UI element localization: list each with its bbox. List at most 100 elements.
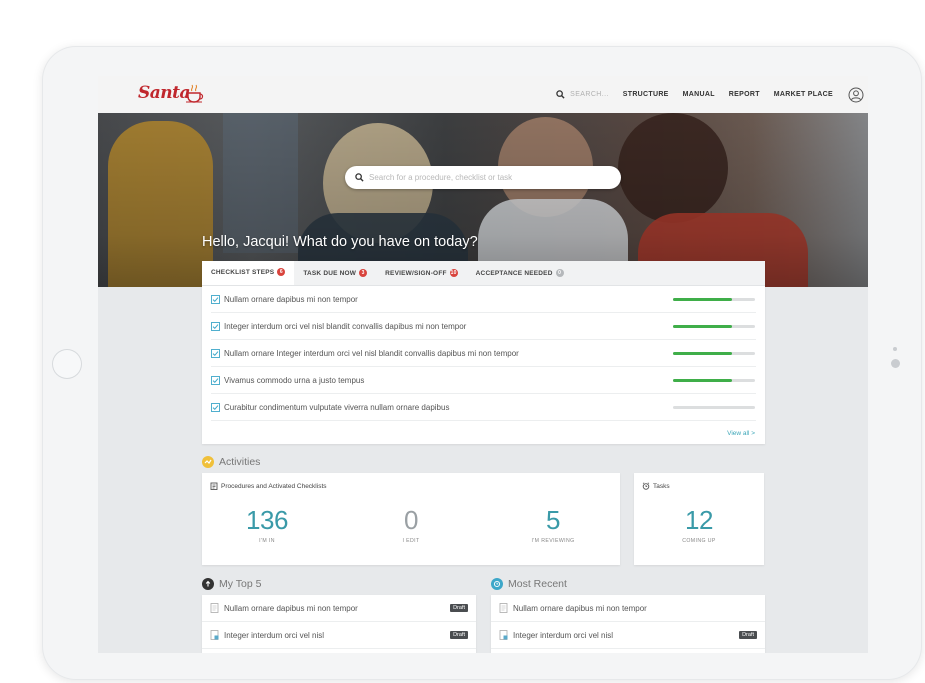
- home-button: [52, 349, 82, 379]
- document-icon: [499, 603, 508, 613]
- tab-task-due-now[interactable]: TASK DUE NOW 3: [294, 261, 376, 285]
- stat-coming-up[interactable]: 12 COMING UP: [644, 505, 754, 544]
- app-screen: Santa SEARCH... STRUCTURE MANUAL REPORT …: [98, 76, 868, 653]
- user-icon[interactable]: [848, 87, 864, 103]
- progress-bar: [673, 378, 755, 382]
- tab-label: ACCEPTANCE NEEDED: [475, 269, 553, 277]
- nav-structure[interactable]: STRUCTURE: [623, 91, 669, 98]
- draft-badge: Draft: [739, 631, 757, 639]
- draft-badge: Draft: [450, 604, 468, 612]
- hero-search-input[interactable]: [369, 173, 609, 182]
- recent-title: Most Recent: [508, 578, 567, 590]
- checklist-row[interactable]: Integer interdum orci vel nisl blandit c…: [211, 313, 756, 340]
- checklist-row[interactable]: Curabitur condimentum vulputate viverra …: [211, 394, 756, 421]
- document-link-icon: [210, 630, 219, 640]
- upload-icon: [202, 578, 214, 590]
- stat-i-edit[interactable]: 0 I EDIT: [356, 505, 466, 544]
- greeting-heading: Hello, Jacqui! What do you have on today…: [202, 234, 478, 250]
- stat-caption: I'M REVIEWING: [531, 538, 575, 544]
- item-label: Nullam ornare dapibus mi non tempor: [513, 603, 647, 613]
- clipboard-icon: [210, 482, 218, 490]
- activity-icon: [202, 456, 214, 468]
- item-label: Integer interdum orci vel nisl: [513, 630, 614, 640]
- stat-value: 136: [246, 505, 288, 535]
- procedures-card-title: Procedures and Activated Checklists: [210, 482, 327, 490]
- tasks-card: Tasks 12 COMING UP: [634, 473, 764, 565]
- stat-caption: I EDIT: [402, 538, 420, 544]
- top-bar: Santa SEARCH... STRUCTURE MANUAL REPORT …: [98, 76, 868, 113]
- checklist-label: Integer interdum orci vel nisl blandit c…: [224, 321, 467, 331]
- cup-icon: [186, 84, 204, 103]
- view-all-link[interactable]: View all >: [727, 430, 755, 437]
- header-search-placeholder: SEARCH...: [570, 91, 609, 98]
- santa-cafe-logo[interactable]: Santa: [138, 82, 208, 108]
- activities-header: Activities: [202, 456, 260, 468]
- stat-value: 5: [546, 505, 560, 535]
- progress-bar: [673, 297, 755, 301]
- clock-icon: [491, 578, 503, 590]
- stat-im-reviewing[interactable]: 5 I'M REVIEWING: [498, 505, 608, 544]
- checklist-row[interactable]: Nullam ornare Integer interdum orci vel …: [211, 340, 756, 367]
- checkbox-icon: [211, 294, 220, 304]
- document-icon: [210, 603, 219, 613]
- nav-report[interactable]: REPORT: [729, 91, 760, 98]
- top5-title: My Top 5: [219, 578, 262, 590]
- progress-fill: [673, 378, 733, 382]
- recent-header: Most Recent: [491, 578, 567, 590]
- progress-bar: [673, 324, 755, 328]
- progress-bar: [673, 351, 755, 355]
- checkbox-icon: [211, 375, 220, 385]
- document-link-icon: [499, 630, 508, 640]
- activities-title: Activities: [219, 456, 261, 468]
- procedures-title-text: Procedures and Activated Checklists: [221, 482, 327, 490]
- stat-caption: I'M IN: [259, 538, 275, 544]
- checklist-label: Nullam ornare Integer interdum orci vel …: [224, 348, 519, 358]
- item-label: Nullam ornare dapibus mi non tempor: [224, 603, 358, 613]
- checklist-label: Nullam ornare dapibus mi non tempor: [224, 294, 358, 304]
- tab-bar: CHECKLIST STEPS 6 TASK DUE NOW 3 REVIEW/…: [202, 261, 765, 286]
- tab-label: TASK DUE NOW: [303, 269, 357, 277]
- list-item[interactable]: Integer interdum orci vel nisl Draft: [202, 622, 476, 649]
- checklist-label: Vivamus commodo urna a justo tempus: [224, 375, 365, 385]
- checkbox-icon: [211, 348, 220, 358]
- tab-label: CHECKLIST STEPS: [211, 268, 275, 276]
- checklist-row[interactable]: Nullam ornare dapibus mi non tempor: [211, 286, 756, 313]
- search-icon: [355, 173, 364, 182]
- checklist-row[interactable]: Vivamus commodo urna a justo tempus: [211, 367, 756, 394]
- progress-bar: [673, 405, 755, 409]
- item-label: Integer interdum orci vel nisl: [224, 630, 325, 640]
- tab-checklist-steps[interactable]: CHECKLIST STEPS 6: [202, 261, 295, 285]
- checklist-panel: CHECKLIST STEPS 6 TASK DUE NOW 3 REVIEW/…: [202, 261, 765, 444]
- top5-header: My Top 5: [202, 578, 261, 590]
- tab-acceptance-needed[interactable]: ACCEPTANCE NEEDED 0: [467, 261, 573, 285]
- stat-value: 0: [404, 505, 418, 535]
- tab-label: REVIEW/SIGN-OFF: [385, 269, 447, 277]
- search-icon: [556, 90, 565, 99]
- list-item[interactable]: Nullam ornare dapibus mi non tempor Draf…: [202, 595, 476, 622]
- stat-value: 12: [685, 505, 713, 535]
- list-item[interactable]: Integer interdum orci vel nisl Draft: [491, 622, 765, 649]
- alarm-icon: [642, 482, 650, 490]
- stat-caption: COMING UP: [682, 538, 716, 544]
- recent-card: Nullam ornare dapibus mi non tempor Inte…: [491, 595, 765, 653]
- sensor-dot: [891, 359, 900, 368]
- list-item[interactable]: Nullam ornare dapibus mi non tempor: [491, 595, 765, 622]
- tab-review-sign-off[interactable]: REVIEW/SIGN-OFF 10: [376, 261, 467, 285]
- nav-market-place[interactable]: MARKET PLACE: [774, 91, 833, 98]
- tasks-card-title: Tasks: [642, 482, 670, 490]
- top-nav: SEARCH... STRUCTURE MANUAL REPORT MARKET…: [556, 76, 868, 113]
- draft-badge: Draft: [450, 631, 468, 639]
- top5-card: Nullam ornare dapibus mi non tempor Draf…: [202, 595, 476, 653]
- progress-fill: [673, 297, 733, 301]
- stat-im-in[interactable]: 136 I'M IN: [212, 505, 322, 544]
- procedures-card: Procedures and Activated Checklists 136 …: [202, 473, 620, 565]
- count-badge: 10: [449, 269, 458, 277]
- tasks-title-text: Tasks: [653, 482, 670, 490]
- hero-search-box[interactable]: [345, 166, 621, 189]
- header-search[interactable]: SEARCH...: [556, 90, 609, 99]
- checkbox-icon: [211, 321, 220, 331]
- count-badge: 0: [555, 269, 564, 277]
- camera-dot: [893, 347, 897, 351]
- count-badge: 6: [277, 268, 286, 276]
- nav-manual[interactable]: MANUAL: [683, 91, 715, 98]
